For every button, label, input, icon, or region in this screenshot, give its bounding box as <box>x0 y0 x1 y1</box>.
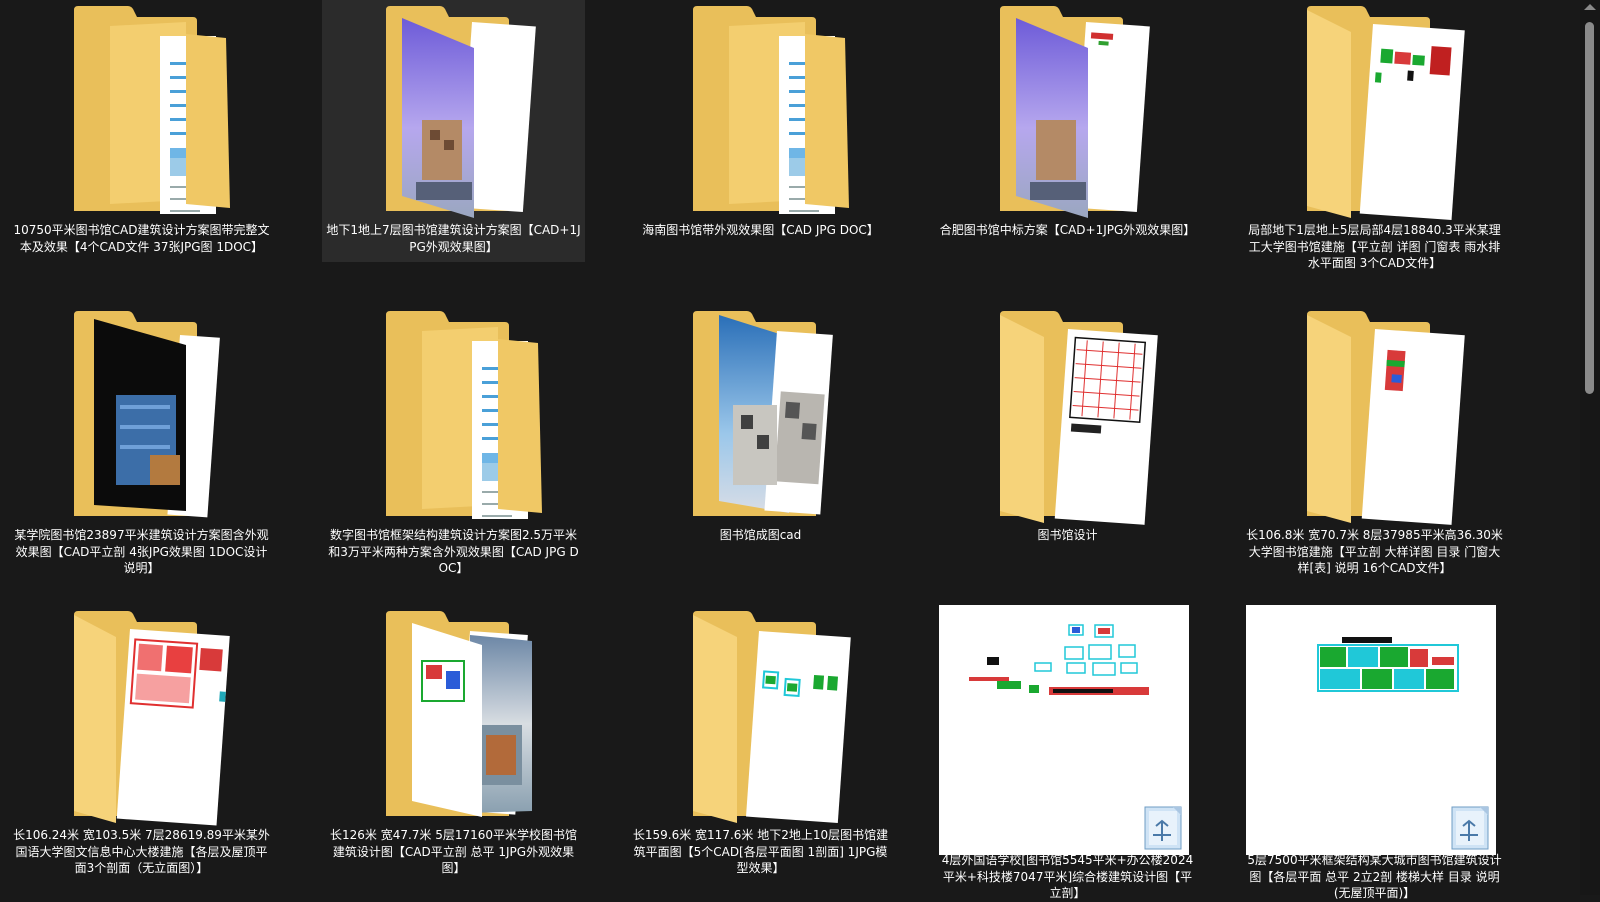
folder-icon <box>10 605 273 827</box>
folder-icon <box>936 0 1199 222</box>
folder-icon <box>10 0 273 222</box>
item-label: 长126米 宽47.7米 5层17160平米学校图书馆建筑设计图【CAD平立剖 … <box>329 828 578 875</box>
folder-item[interactable]: 长126米 宽47.7米 5层17160平米学校图书馆建筑设计图【CAD平立剖 … <box>322 605 585 875</box>
folder-item[interactable]: 合肥图书馆中标方案【CAD+1JPG外观效果图】 <box>936 0 1199 262</box>
folder-icon <box>1243 0 1506 222</box>
folder-item[interactable]: 10750平米图书馆CAD建筑设计方案图带完整文本及效果【4个CAD文件 37张… <box>10 0 273 262</box>
folder-icon <box>322 0 585 222</box>
dwg-file-icon <box>1451 806 1489 850</box>
item-label: 10750平米图书馆CAD建筑设计方案图带完整文本及效果【4个CAD文件 37张… <box>13 223 270 254</box>
folder-icon <box>629 0 892 222</box>
item-label: 海南图书馆带外观效果图【CAD JPG DOC】 <box>642 223 879 237</box>
folder-item[interactable]: 局部地下1层地上5层局部4层18840.3平米某理工大学图书馆建施【平立剖 详图… <box>1243 0 1506 270</box>
item-label: 图书馆成图cad <box>719 528 802 542</box>
scrollbar-thumb[interactable] <box>1585 22 1594 394</box>
folder-item[interactable]: 图书馆成图cad <box>629 305 892 567</box>
scroll-up-arrow-icon[interactable] <box>1584 4 1596 10</box>
vertical-scrollbar[interactable] <box>1580 0 1600 895</box>
folder-item[interactable]: 长106.24米 宽103.5米 7层28619.89平米某外国语大学图文信息中… <box>10 605 273 875</box>
item-label: 地下1地上7层图书馆建筑设计方案图【CAD+1JPG外观效果图】 <box>326 223 581 254</box>
file-item[interactable]: 4层外国语学校[图书馆5545平米+办公楼2024平米+科技楼7047平米]综合… <box>936 605 1199 900</box>
folder-item[interactable]: 长106.8米 宽70.7米 8层37985平米高36.30米大学图书馆建施【平… <box>1243 305 1506 575</box>
item-label: 数字图书馆框架结构建筑设计方案图2.5万平米和3万平米两种方案含外观效果图【CA… <box>328 528 579 575</box>
item-label: 4层外国语学校[图书馆5545平米+办公楼2024平米+科技楼7047平米]综合… <box>941 853 1194 900</box>
cad-file-thumbnail <box>1243 605 1506 855</box>
file-item[interactable]: 5层7500平米框架结构某大城市图书馆建筑设计图【各层平面 总平 2立2剖 楼梯… <box>1243 605 1506 900</box>
item-label: 某学院图书馆23897平米建筑设计方案图含外观效果图【CAD平立剖 4张JPG效… <box>14 528 269 575</box>
cad-preview <box>1246 605 1496 855</box>
dwg-file-icon <box>1144 806 1182 850</box>
item-label: 图书馆设计 <box>1037 528 1098 542</box>
folder-item[interactable]: 某学院图书馆23897平米建筑设计方案图含外观效果图【CAD平立剖 4张JPG效… <box>10 305 273 575</box>
folder-icon <box>322 305 585 527</box>
item-label: 5层7500平米框架结构某大城市图书馆建筑设计图【各层平面 总平 2立2剖 楼梯… <box>1247 853 1502 900</box>
folder-icon <box>629 605 892 827</box>
cad-preview <box>939 605 1189 855</box>
folder-icon <box>629 305 892 527</box>
folder-icon <box>1243 305 1506 527</box>
folder-icon <box>10 305 273 527</box>
item-label: 局部地下1层地上5层局部4层18840.3平米某理工大学图书馆建施【平立剖 详图… <box>1248 223 1501 270</box>
item-label: 合肥图书馆中标方案【CAD+1JPG外观效果图】 <box>939 223 1196 237</box>
folder-item[interactable]: 图书馆设计 <box>936 305 1199 567</box>
folder-item[interactable]: 海南图书馆带外观效果图【CAD JPG DOC】 <box>629 0 892 262</box>
folder-item[interactable]: 长159.6米 宽117.6米 地下2地上10层图书馆建筑平面图【5个CAD[各… <box>629 605 892 875</box>
item-label: 长106.24米 宽103.5米 7层28619.89平米某外国语大学图文信息中… <box>13 828 270 875</box>
folder-icon <box>322 605 585 827</box>
file-grid: 10750平米图书馆CAD建筑设计方案图带完整文本及效果【4个CAD文件 37张… <box>0 0 1580 900</box>
folder-icon <box>936 305 1199 527</box>
item-label: 长159.6米 宽117.6米 地下2地上10层图书馆建筑平面图【5个CAD[各… <box>632 828 889 875</box>
cad-file-thumbnail <box>936 605 1199 855</box>
folder-item[interactable]: 地下1地上7层图书馆建筑设计方案图【CAD+1JPG外观效果图】 <box>322 0 585 262</box>
folder-item[interactable]: 数字图书馆框架结构建筑设计方案图2.5万平米和3万平米两种方案含外观效果图【CA… <box>322 305 585 575</box>
item-label: 长106.8米 宽70.7米 8层37985平米高36.30米大学图书馆建施【平… <box>1246 528 1503 575</box>
